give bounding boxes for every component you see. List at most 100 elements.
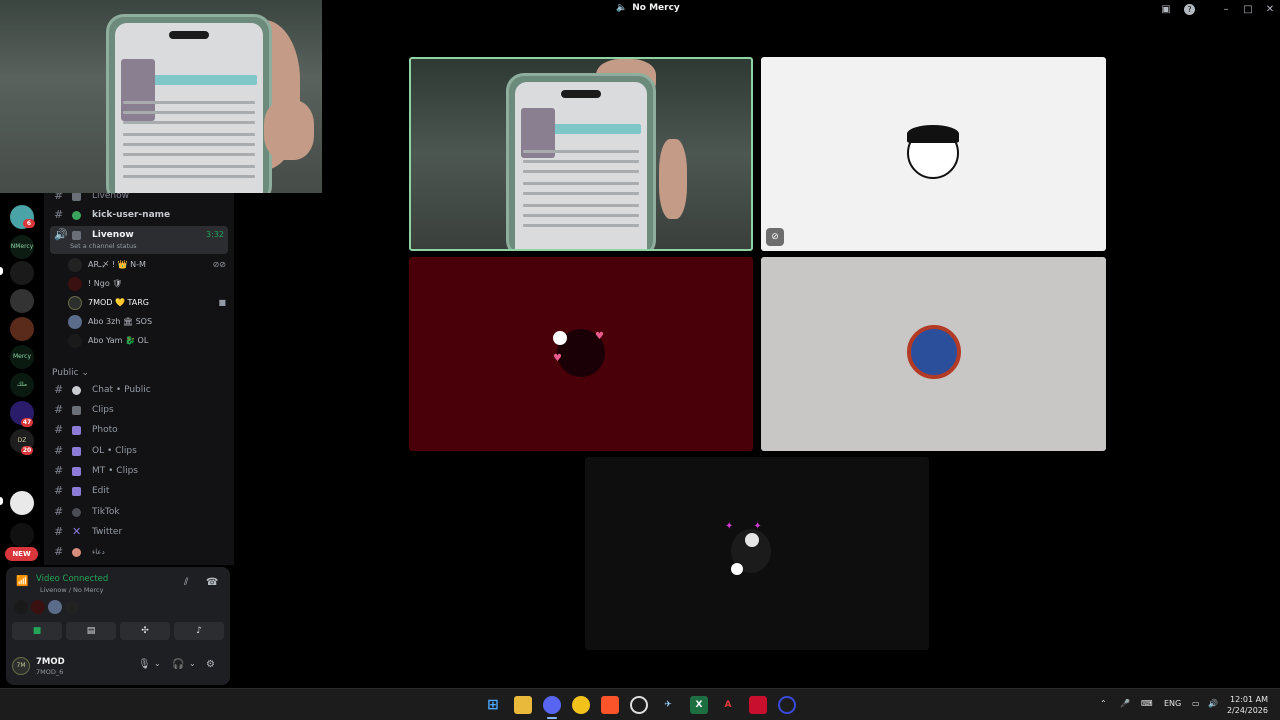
channel-label: OL • Clips	[92, 446, 137, 456]
disconnect-icon[interactable]: ☎	[206, 577, 218, 588]
channel-clips[interactable]: # Clips	[50, 401, 228, 419]
video-tile-user-2[interactable]: ⊘	[761, 57, 1106, 251]
speaker-icon	[72, 193, 81, 201]
channel-tiktok[interactable]: # TikTok	[50, 503, 228, 521]
finger-shape	[659, 139, 687, 219]
camera-button[interactable]: ■	[12, 622, 62, 640]
excel-icon[interactable]: X	[690, 696, 708, 714]
category-public[interactable]: Public ⌄	[52, 368, 89, 378]
close-icon[interactable]: ✕	[1262, 2, 1278, 18]
maximize-icon[interactable]: □	[1240, 2, 1256, 18]
channel-mt-clips[interactable]: # MT • Clips	[50, 462, 228, 480]
voice-user[interactable]: 7MOD 💛 TARG ■	[68, 294, 228, 312]
video-tile-stream[interactable]	[409, 57, 753, 251]
sparkle-icon: ✦✦	[725, 521, 782, 532]
hash-icon: #	[54, 545, 64, 558]
help-icon[interactable]: ?	[1184, 4, 1195, 15]
obs-icon[interactable]	[630, 696, 648, 714]
user-name[interactable]: 7MOD	[36, 657, 65, 667]
channel-status[interactable]: Set a channel status	[70, 237, 137, 255]
pip-stream-preview[interactable]	[0, 0, 322, 193]
gear-icon[interactable]: ⚙	[206, 659, 215, 670]
avatar[interactable]	[14, 600, 28, 614]
title-bar: 🔈 No Mercy ▣ ? – □ ✕	[322, 0, 1280, 20]
headphones-icon[interactable]: 🎧	[172, 659, 184, 670]
screen-icon[interactable]: ▣	[1158, 2, 1174, 18]
volume-icon[interactable]: 🔊	[1208, 699, 1218, 708]
channel-edit[interactable]: # Edit	[50, 482, 228, 500]
server-rail: 6 NMercy Mercy ملك 47 DZ 20	[0, 193, 44, 565]
video-tile-user-4[interactable]	[761, 257, 1106, 451]
chevron-up-icon[interactable]: ⌃	[1100, 699, 1107, 708]
channel-ol-clips[interactable]: # OL • Clips	[50, 442, 228, 460]
voice-user[interactable]: ARـ〆 ! 👑 N-M ⊘⊘	[68, 256, 228, 274]
steam-icon[interactable]: ✈	[659, 696, 677, 714]
avatar	[68, 258, 82, 272]
screen-share-button[interactable]: ▤	[66, 622, 116, 640]
server-pill	[0, 267, 3, 275]
video-tile-user-5[interactable]: ✦✦	[585, 457, 929, 650]
channel-label: Clips	[92, 405, 114, 415]
server-icon-3[interactable]	[10, 261, 34, 285]
language-indicator[interactable]: ENG	[1164, 699, 1181, 708]
network-icon[interactable]: ▭	[1192, 699, 1200, 708]
video-tile-user-3[interactable]: ♥ ♥	[409, 257, 753, 451]
chevron-down-icon: ⌄	[81, 368, 90, 378]
app-a-icon[interactable]: A	[719, 696, 737, 714]
muted-icon: ⊘⊘	[212, 260, 226, 269]
voice-user[interactable]: Abo Yam 🐉 OL	[68, 332, 228, 350]
server-icon-6[interactable]: Mercy	[10, 345, 34, 369]
discord-ptb-icon[interactable]	[572, 696, 590, 714]
server-icon-11[interactable]	[10, 523, 34, 547]
new-badge[interactable]: NEW	[5, 547, 38, 561]
hash-icon: #	[54, 525, 64, 538]
video-icon: ■	[218, 298, 226, 307]
avatar	[68, 296, 82, 310]
channel-kick-user-name[interactable]: # kick-user-name	[50, 206, 228, 224]
chevron-down-icon[interactable]: ⌄	[154, 659, 161, 668]
windows-start-icon[interactable]: ⊞	[484, 696, 502, 714]
voice-user[interactable]: ! Ngo 🛡	[68, 275, 228, 293]
hash-icon: #	[54, 423, 64, 436]
activities-button[interactable]: ✣	[120, 622, 170, 640]
microphone-icon[interactable]: 🎤	[1120, 699, 1130, 708]
server-icon-2[interactable]: NMercy	[10, 235, 34, 259]
server-icon-5[interactable]	[10, 317, 34, 341]
voice-user[interactable]: Abo 3zh 🏛 SOS	[68, 313, 228, 331]
clock[interactable]: 12:01 AM 2/24/2026	[1227, 694, 1268, 716]
film-icon	[72, 487, 81, 496]
signal-icon[interactable]: 📶	[16, 576, 28, 587]
channel-photo[interactable]: # Photo	[50, 421, 228, 439]
channel-twitter[interactable]: # ✕ Twitter	[50, 523, 228, 541]
phone-shape	[106, 14, 272, 193]
soundboard-button[interactable]: ♪	[174, 622, 224, 640]
user-avatar[interactable]: 7M	[12, 657, 30, 675]
keyboard-icon[interactable]: ⌨	[1141, 699, 1153, 708]
server-icon-7[interactable]: ملك	[10, 373, 34, 397]
channel-chat-public[interactable]: # Chat • Public	[50, 381, 228, 399]
hash-icon: #	[54, 505, 64, 518]
channel-dua[interactable]: # دعاء	[50, 543, 228, 561]
brave-icon[interactable]	[601, 696, 619, 714]
discord-icon[interactable]	[543, 696, 561, 714]
file-explorer-icon[interactable]	[514, 696, 532, 714]
avatar[interactable]	[31, 600, 45, 614]
channel-label: Twitter	[92, 527, 123, 537]
microphone-icon[interactable]: 🎙	[138, 659, 151, 670]
app-red-icon[interactable]	[749, 696, 767, 714]
voice-status[interactable]: Video Connected	[36, 574, 108, 584]
noise-suppression-icon[interactable]: ⫽	[184, 577, 188, 588]
server-icon-10[interactable]	[10, 491, 34, 515]
minimize-icon[interactable]: –	[1218, 2, 1234, 18]
channel-livenow-selected[interactable]: 🔊 Livenow 3:32 Set a channel status	[50, 226, 228, 254]
chevron-down-icon[interactable]: ⌄	[189, 659, 196, 668]
user-tag: 7MOD_6	[36, 668, 64, 676]
voice-location[interactable]: Livenow / No Mercy	[40, 586, 103, 594]
voice-icon: 🔊	[54, 228, 68, 241]
channel-livenow-top[interactable]: # Livenow	[50, 193, 228, 205]
server-icon-4[interactable]	[10, 289, 34, 313]
avatar[interactable]	[48, 600, 62, 614]
app-blue-icon[interactable]	[778, 696, 796, 714]
badge-icon	[731, 563, 743, 575]
avatar[interactable]	[65, 600, 79, 614]
